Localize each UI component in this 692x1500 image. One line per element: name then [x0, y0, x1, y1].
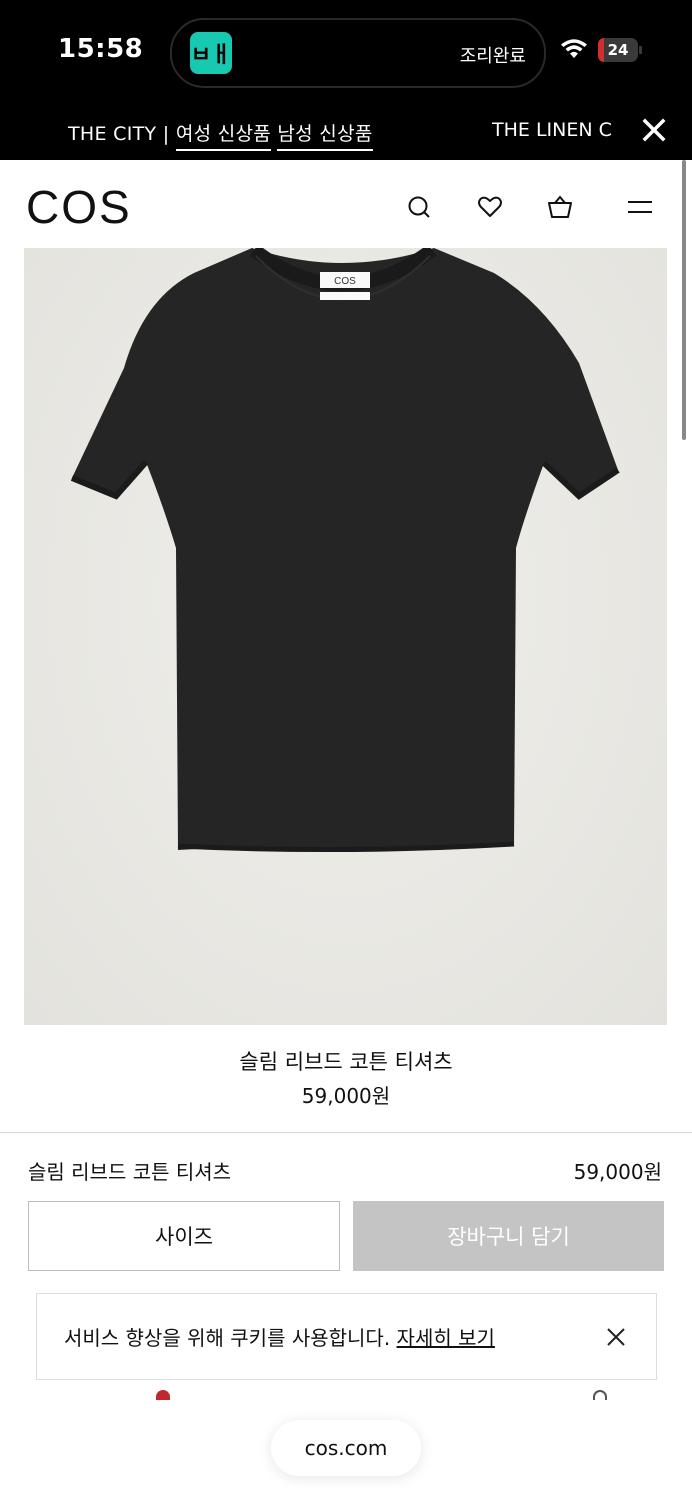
clock: 15:58	[58, 34, 144, 64]
heart-icon[interactable]	[477, 194, 503, 220]
scrollbar[interactable]	[682, 160, 686, 440]
dynamic-island[interactable]: ㅂㅐ 조리완료	[170, 18, 546, 88]
browser-url-bar[interactable]: cos.com	[271, 1420, 421, 1476]
size-select-button[interactable]: 사이즈	[28, 1201, 340, 1271]
wifi-icon	[561, 39, 587, 58]
divider	[0, 1132, 692, 1133]
promo-next-text: THE LINEN C	[492, 119, 612, 141]
garment-label-text: COS	[334, 276, 356, 287]
menu-icon[interactable]	[627, 194, 653, 220]
island-status-text: 조리완료	[459, 46, 526, 67]
status-bar: 15:58 ㅂㅐ 조리완료 24	[0, 0, 692, 100]
sticky-product-name: 슬림 리브드 코튼 티셔츠	[28, 1160, 232, 1184]
site-header: COS	[0, 160, 692, 248]
partial-red-indicator	[156, 1390, 170, 1400]
cookie-banner: 서비스 향상을 위해 쿠키를 사용합니다. 자세히 보기	[36, 1293, 657, 1380]
product-image[interactable]: COS	[24, 244, 667, 1025]
sticky-product-price: 59,000원	[573, 1160, 662, 1184]
battery-level: 24	[607, 41, 629, 59]
battery-indicator: 24	[598, 38, 642, 62]
promo-banner: THE CITY | 여성 신상품 남성 신상품 THE LINEN C	[0, 100, 692, 160]
promo-close-icon[interactable]	[640, 116, 668, 144]
cos-logo[interactable]: COS	[26, 180, 132, 234]
search-icon[interactable]	[406, 194, 432, 220]
promo-link-men[interactable]: 남성 신상품	[277, 123, 373, 151]
cookie-text: 서비스 향상을 위해 쿠키를 사용합니다.	[64, 1326, 397, 1350]
promo-marquee: THE CITY | 여성 신상품 남성 신상품	[68, 119, 373, 151]
bag-icon[interactable]	[547, 194, 573, 220]
promo-text: THE CITY |	[68, 123, 176, 145]
cookie-close-icon[interactable]	[605, 1326, 627, 1348]
cookie-details-link[interactable]: 자세히 보기	[397, 1326, 495, 1350]
add-to-cart-button[interactable]: 장바구니 담기	[353, 1201, 664, 1271]
cookie-message: 서비스 향상을 위해 쿠키를 사용합니다. 자세히 보기	[64, 1322, 495, 1351]
delivery-app-logo: ㅂㅐ	[190, 32, 232, 74]
product-price: 59,000원	[301, 1084, 391, 1108]
t-shirt-image: COS	[70, 244, 620, 853]
product-title: 슬림 리브드 코튼 티셔츠	[239, 1050, 453, 1074]
partial-icon	[593, 1390, 607, 1400]
promo-link-women[interactable]: 여성 신상품	[175, 123, 272, 151]
